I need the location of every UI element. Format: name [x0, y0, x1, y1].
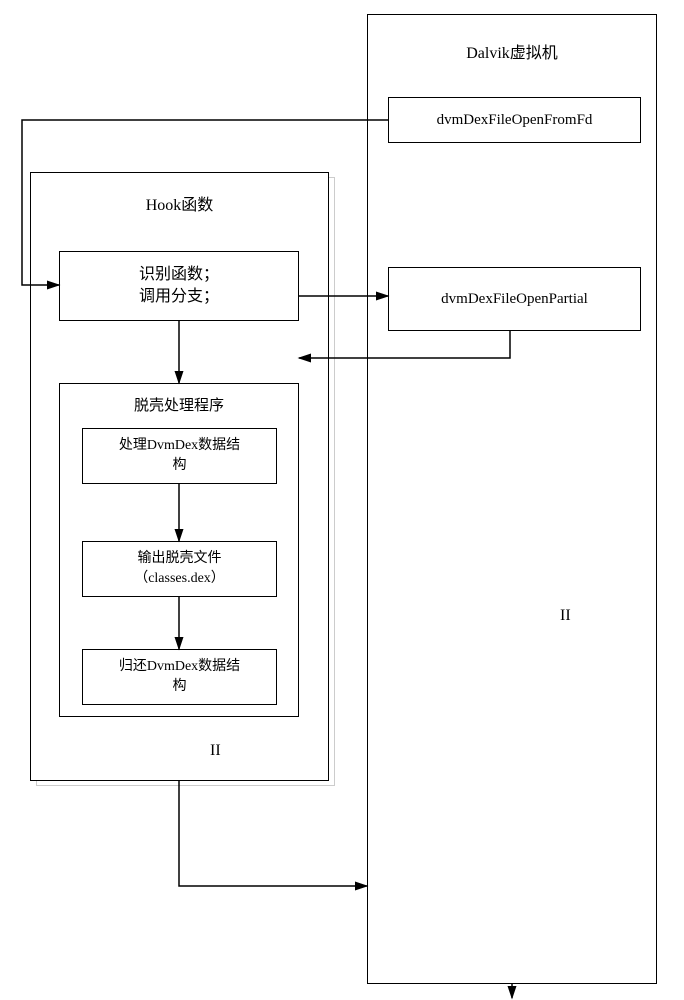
recognize-line1: 识别函数；	[139, 264, 219, 286]
step2-line2: （classes.dex）	[134, 569, 225, 589]
arrow-hook-to-dalvik	[179, 781, 367, 886]
step1-line2: 构	[173, 456, 187, 476]
step2-box: 输出脱壳文件 （classes.dex）	[82, 541, 277, 597]
step3-box: 归还DvmDex数据结 构	[82, 649, 277, 705]
step2-line1: 输出脱壳文件	[138, 549, 222, 569]
dalvik-title: Dalvik虚拟机	[368, 43, 656, 65]
dvm-open-from-fd-box: dvmDexFileOpenFromFd	[388, 97, 641, 143]
dvm-open-partial-label: dvmDexFileOpenPartial	[441, 289, 588, 310]
step3-line2: 构	[173, 677, 187, 697]
step3-line1: 归还DvmDex数据结	[119, 657, 240, 677]
step1-box: 处理DvmDex数据结 构	[82, 428, 277, 484]
hook-marker: II	[210, 740, 221, 762]
dvm-open-from-fd-label: dvmDexFileOpenFromFd	[437, 110, 593, 131]
dvm-open-partial-box: dvmDexFileOpenPartial	[388, 267, 641, 331]
recognize-line2: 调用分支；	[139, 286, 219, 308]
dalvik-marker: II	[560, 605, 571, 627]
unshell-title: 脱壳处理程序	[60, 396, 298, 417]
dalvik-vm-container: Dalvik虚拟机	[367, 14, 657, 984]
step1-line1: 处理DvmDex数据结	[119, 436, 240, 456]
recognize-box: 识别函数； 调用分支；	[59, 251, 299, 321]
hook-title: Hook函数	[31, 195, 328, 217]
